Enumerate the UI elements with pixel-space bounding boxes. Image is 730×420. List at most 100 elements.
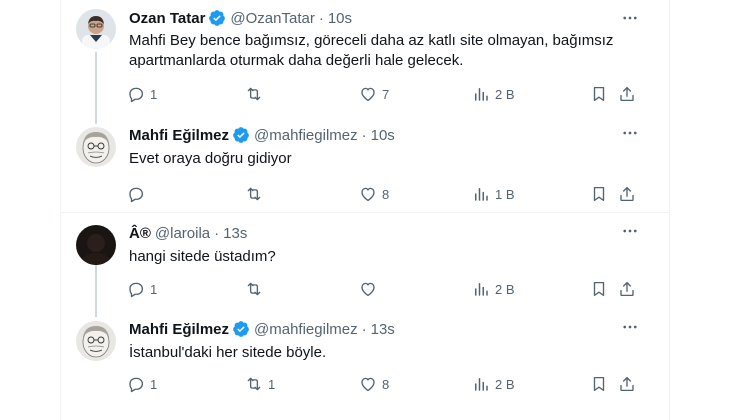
separator: · <box>318 9 324 27</box>
bookmark-icon <box>593 376 605 392</box>
reply-count: 1 <box>150 376 158 392</box>
tweet[interactable]: Ozan Tatar @OzanTatar · 10s Mahfi Bey be… <box>60 0 670 115</box>
retweet-button[interactable] <box>245 84 268 104</box>
reply-icon <box>129 187 144 203</box>
like-button[interactable]: 8 <box>359 374 389 394</box>
avatar[interactable] <box>76 321 116 361</box>
heart-icon <box>361 87 375 102</box>
reply-button[interactable]: 1 <box>127 279 157 299</box>
bookmark-icon <box>593 281 605 297</box>
retweet-button[interactable]: 1 <box>245 374 275 394</box>
separator: · <box>214 224 220 242</box>
views-chart-icon <box>475 283 488 296</box>
timestamp[interactable]: 10s <box>371 127 395 144</box>
heart-icon <box>361 282 375 297</box>
separator: · <box>361 126 367 144</box>
username[interactable]: @laroila <box>155 225 210 242</box>
share-button[interactable] <box>618 84 636 104</box>
tweet[interactable]: Mahfi Eğilmez @mahfiegilmez · 13s İstanb… <box>60 309 670 420</box>
bookmark-button[interactable] <box>590 374 608 394</box>
share-button[interactable] <box>618 374 636 394</box>
like-button[interactable]: 7 <box>359 84 389 104</box>
more-options-icon[interactable] <box>618 121 642 145</box>
reply-icon <box>129 282 144 298</box>
retweet-icon <box>247 87 261 101</box>
avatar[interactable] <box>76 127 116 167</box>
share-button[interactable] <box>618 184 636 204</box>
heart-icon <box>361 187 375 202</box>
share-icon <box>620 186 634 202</box>
share-icon <box>620 86 634 102</box>
reply-button[interactable]: 1 <box>127 84 157 104</box>
more-options-icon[interactable] <box>618 6 642 30</box>
bookmark-button[interactable] <box>590 84 608 104</box>
share-icon <box>620 376 634 392</box>
display-name[interactable]: Ozan Tatar <box>129 10 205 27</box>
username[interactable]: @mahfiegilmez <box>254 127 358 144</box>
bookmark-button[interactable] <box>590 279 608 299</box>
tweet-text: Mahfi Bey bence bağımsız, göreceli daha … <box>129 32 614 69</box>
share-icon <box>620 281 634 297</box>
timestamp[interactable]: 13s <box>223 225 247 242</box>
verified-badge-icon <box>209 10 226 26</box>
tweet-text: hangi sitede üstadım? <box>129 248 276 265</box>
timestamp[interactable]: 13s <box>371 321 395 338</box>
retweet-icon <box>247 282 261 296</box>
retweet-count: 1 <box>268 376 276 392</box>
more-options-icon[interactable] <box>618 315 642 339</box>
verified-badge-icon <box>233 127 249 143</box>
views-button[interactable]: 2 B <box>472 84 515 104</box>
reply-button[interactable] <box>127 184 150 204</box>
bookmark-button[interactable] <box>590 184 608 204</box>
bookmark-icon <box>593 86 605 102</box>
views-button[interactable]: 2 B <box>472 279 515 299</box>
like-count: 8 <box>382 186 390 202</box>
views-chart-icon <box>475 88 488 101</box>
view-count: 2 B <box>495 281 515 297</box>
retweet-icon <box>247 377 261 391</box>
retweet-icon <box>247 187 261 201</box>
share-button[interactable] <box>618 279 636 299</box>
action-bar: 1 2 B <box>127 279 637 299</box>
retweet-button[interactable] <box>245 279 268 299</box>
view-count: 2 B <box>495 86 515 102</box>
like-button[interactable]: 8 <box>359 184 389 204</box>
like-count: 7 <box>382 86 390 102</box>
like-button[interactable] <box>359 279 382 299</box>
like-count: 8 <box>382 376 390 392</box>
tweet-header: Ozan Tatar @OzanTatar · 10s <box>129 8 352 28</box>
view-count: 1 B <box>495 186 515 202</box>
avatar[interactable] <box>76 9 116 49</box>
separator: · <box>361 320 367 338</box>
reply-icon <box>129 87 144 103</box>
reply-icon <box>129 377 144 393</box>
reply-button[interactable]: 1 <box>127 374 157 394</box>
username[interactable]: @mahfiegilmez <box>254 321 358 338</box>
views-chart-icon <box>475 188 488 201</box>
tweet[interactable]: Â® @laroila · 13s hangi sitede üstadım? … <box>60 212 670 309</box>
views-chart-icon <box>475 378 488 391</box>
tweet-text: İstanbul'daki her sitede böyle. <box>129 344 327 361</box>
timestamp[interactable]: 10s <box>328 10 352 27</box>
action-bar: 1 1 8 2 B <box>127 374 637 394</box>
more-options-icon[interactable] <box>618 219 642 243</box>
display-name[interactable]: Mahfi Eğilmez <box>129 321 229 338</box>
tweet-header: Â® @laroila · 13s <box>129 223 247 243</box>
reply-count: 1 <box>150 281 158 297</box>
bookmark-icon <box>593 186 605 202</box>
view-count: 2 B <box>495 376 515 392</box>
tweet-header: Mahfi Eğilmez @mahfiegilmez · 13s <box>129 319 395 339</box>
display-name[interactable]: Mahfi Eğilmez <box>129 127 229 144</box>
tweet[interactable]: Mahfi Eğilmez @mahfiegilmez · 10s Evet o… <box>60 115 670 212</box>
action-bar: 8 1 B <box>127 184 637 204</box>
tweet-header: Mahfi Eğilmez @mahfiegilmez · 10s <box>129 125 395 145</box>
retweet-button[interactable] <box>245 184 268 204</box>
views-button[interactable]: 1 B <box>472 184 515 204</box>
display-name[interactable]: Â® <box>129 225 151 242</box>
tweet-text: Evet oraya doğru gidiyor <box>129 150 292 167</box>
views-button[interactable]: 2 B <box>472 374 515 394</box>
avatar[interactable] <box>76 225 116 265</box>
action-bar: 1 7 2 B <box>127 84 637 104</box>
heart-icon <box>361 377 375 392</box>
username[interactable]: @OzanTatar <box>230 10 314 27</box>
